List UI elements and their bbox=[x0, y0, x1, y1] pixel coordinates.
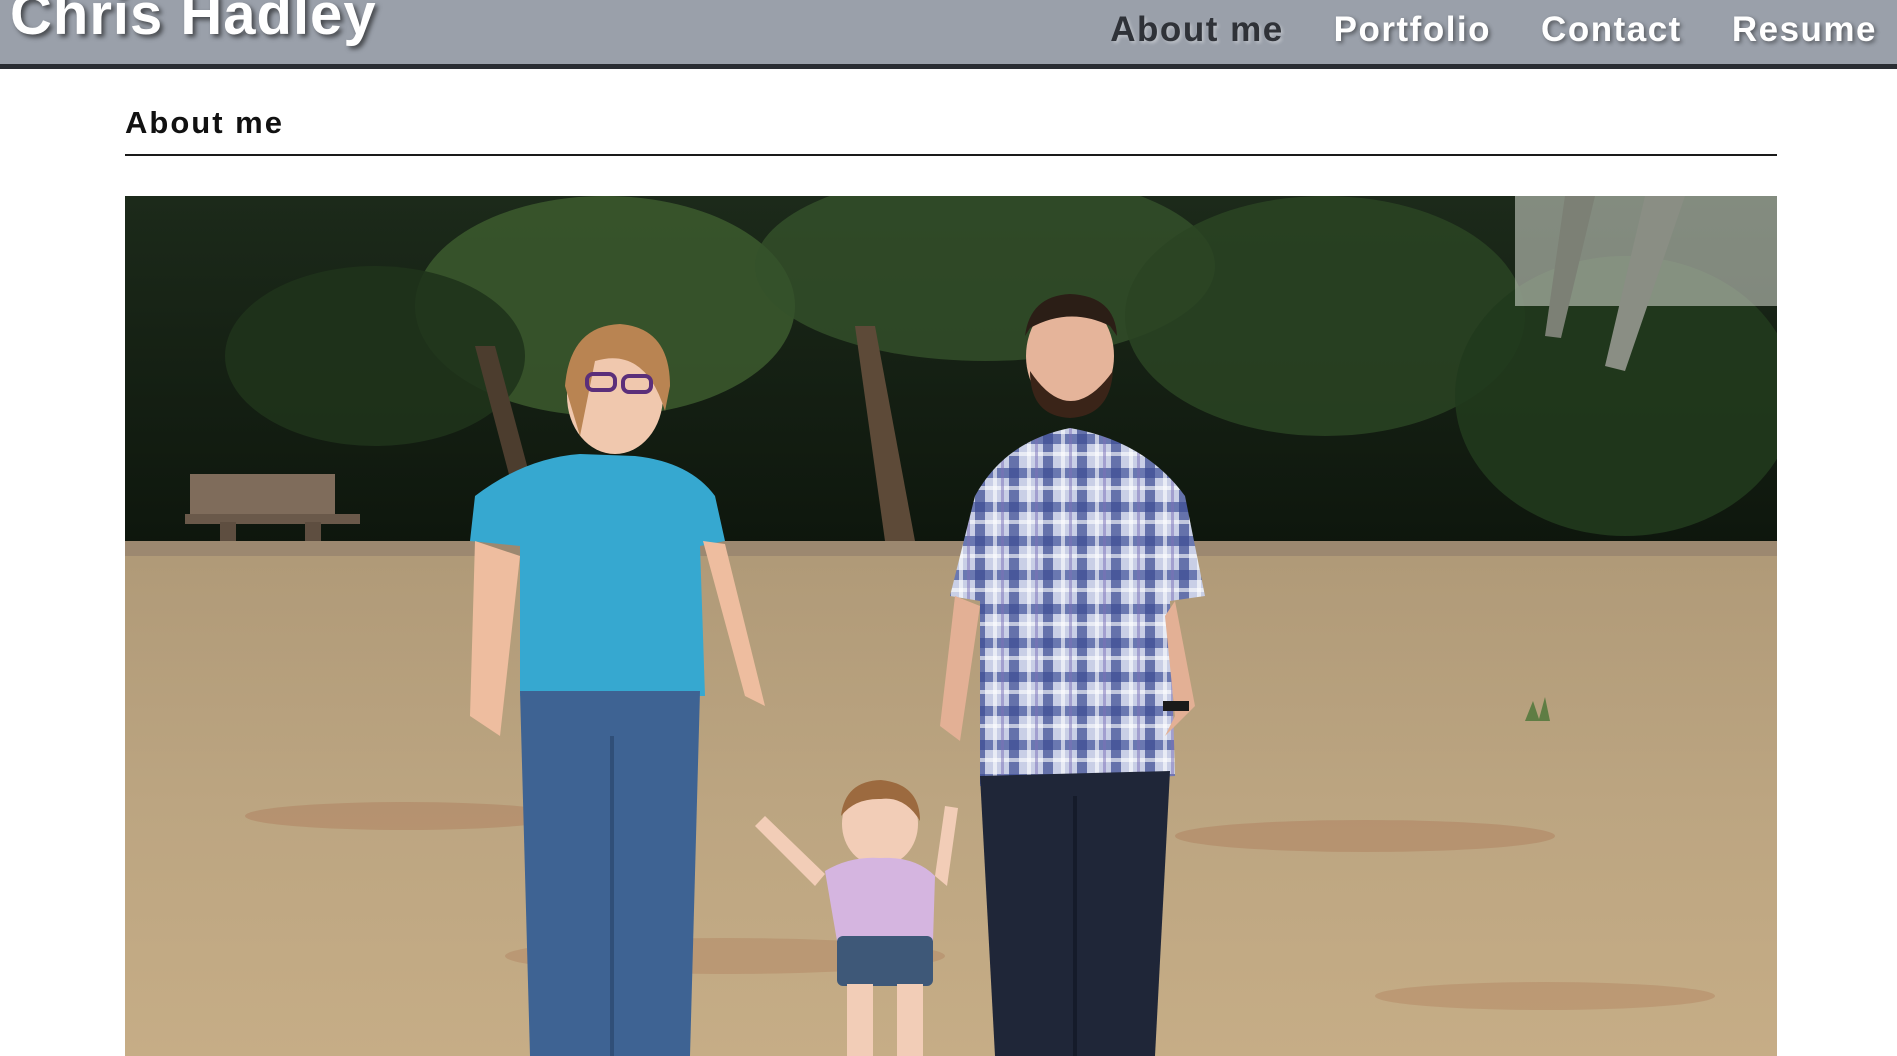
nav-about-me[interactable]: About me bbox=[1110, 10, 1283, 50]
main-content: About me bbox=[125, 69, 1777, 1056]
section-title: About me bbox=[125, 105, 284, 140]
section-divider bbox=[125, 154, 1777, 156]
main-nav: About me Portfolio Contact Resume bbox=[1110, 10, 1877, 50]
family-photo-image bbox=[125, 196, 1777, 1056]
family-photo bbox=[125, 196, 1777, 1056]
nav-contact[interactable]: Contact bbox=[1541, 10, 1682, 50]
site-title[interactable]: Chris Hadley bbox=[10, 0, 377, 44]
nav-portfolio[interactable]: Portfolio bbox=[1334, 10, 1491, 50]
nav-resume[interactable]: Resume bbox=[1732, 10, 1877, 50]
site-header: Chris Hadley About me Portfolio Contact … bbox=[0, 0, 1897, 69]
